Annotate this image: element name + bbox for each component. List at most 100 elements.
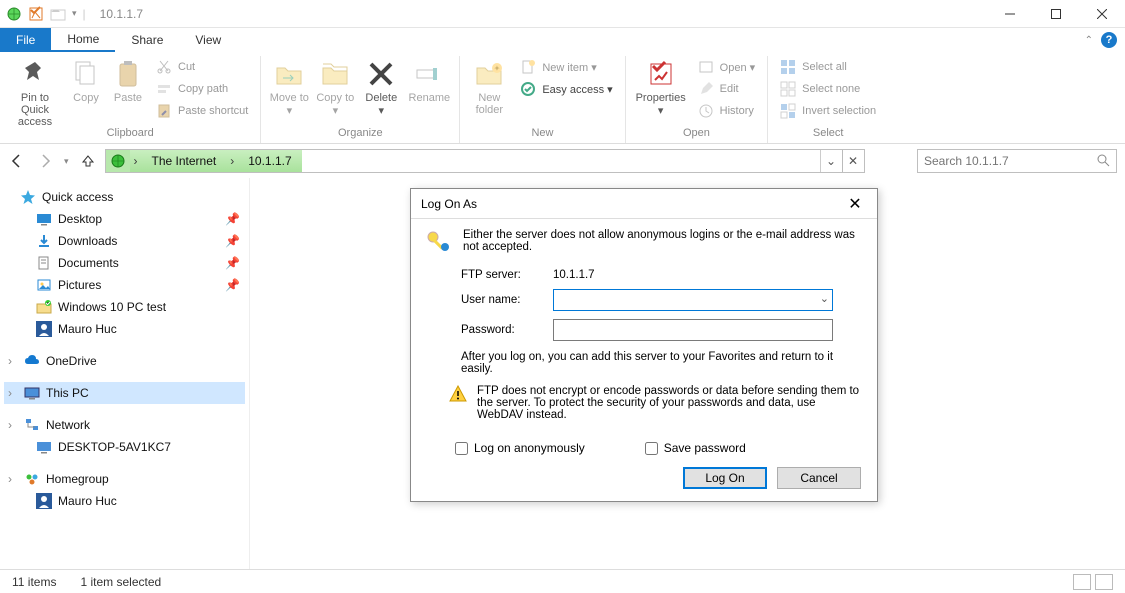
qat-dropdown-icon[interactable]: ▾	[72, 8, 77, 19]
paste-shortcut-button[interactable]: Paste shortcut	[150, 100, 254, 122]
status-selected-count: 1 item selected	[80, 575, 161, 589]
open-button[interactable]: Open ▾	[692, 56, 762, 78]
close-button[interactable]	[1079, 0, 1125, 28]
forward-button[interactable]	[36, 152, 54, 170]
desktop-icon	[36, 211, 52, 227]
cancel-button[interactable]: Cancel	[777, 467, 861, 489]
username-input[interactable]	[553, 289, 833, 311]
tab-share[interactable]: Share	[115, 28, 179, 52]
tree-network[interactable]: ›Network	[4, 414, 245, 436]
network-icon	[24, 417, 40, 433]
address-dropdown-button[interactable]: ⌄	[820, 150, 842, 172]
save-password-checkbox[interactable]: Save password	[645, 441, 746, 455]
paste-icon	[112, 58, 144, 90]
tab-view[interactable]: View	[179, 28, 237, 52]
new-item-icon	[520, 59, 536, 75]
select-none-button[interactable]: Select none	[774, 78, 882, 100]
search-icon	[1096, 153, 1110, 170]
tree-this-pc[interactable]: ›This PC	[4, 382, 245, 404]
select-all-icon	[780, 59, 796, 75]
user-icon	[36, 321, 52, 337]
copy-path-icon	[156, 81, 172, 97]
edit-button[interactable]: Edit	[692, 78, 762, 100]
open-icon	[698, 59, 714, 75]
move-to-label: Move to ▾	[267, 92, 311, 117]
breadcrumb-root[interactable]: The Internet	[142, 150, 227, 172]
ribbon-tabs: File Home Share View ⌃ ?	[0, 28, 1125, 52]
tree-quick-access[interactable]: Quick access	[4, 186, 245, 208]
move-to-button[interactable]: Move to ▾	[267, 56, 311, 124]
documents-icon	[36, 255, 52, 271]
password-input[interactable]	[553, 319, 833, 341]
address-bar[interactable]: › The Internet › 10.1.1.7 ⌄ ✕	[105, 149, 865, 173]
delete-label: Delete▾	[365, 92, 397, 117]
tree-onedrive[interactable]: ›OneDrive	[4, 350, 245, 372]
anon-checkbox[interactable]: Log on anonymously	[455, 441, 585, 455]
properties-qat-icon[interactable]	[28, 6, 44, 22]
select-all-button[interactable]: Select all	[774, 56, 882, 78]
tree-documents[interactable]: Documents📌	[4, 252, 245, 274]
logon-button[interactable]: Log On	[683, 467, 767, 489]
cut-icon	[156, 59, 172, 75]
copy-button[interactable]: Copy	[66, 56, 106, 124]
up-button[interactable]	[79, 152, 97, 170]
delete-button[interactable]: Delete▾	[359, 56, 403, 124]
collapse-ribbon-icon[interactable]: ⌃	[1085, 35, 1093, 46]
tree-desktop-pc[interactable]: DESKTOP-5AV1KC7	[4, 436, 245, 458]
dialog-after-text: After you log on, you can add this serve…	[461, 351, 861, 375]
caret-icon: ›	[8, 472, 18, 486]
tree-w10test[interactable]: Windows 10 PC test	[4, 296, 245, 318]
search-input[interactable]	[924, 154, 1096, 168]
pin-icon: 📌	[225, 234, 237, 248]
pin-icon: 📌	[225, 278, 237, 292]
properties-button[interactable]: Properties▾	[632, 56, 690, 124]
history-button[interactable]: History	[692, 100, 762, 122]
chevron-down-icon[interactable]: ⌄	[820, 292, 829, 305]
dialog-titlebar: Log On As ✕	[411, 189, 877, 219]
address-refresh-button[interactable]: ✕	[842, 150, 864, 172]
ftp-server-value: 10.1.1.7	[553, 269, 595, 281]
copy-path-button[interactable]: Copy path	[150, 78, 254, 100]
search-box[interactable]	[917, 149, 1117, 173]
title-bar: ▾ | 10.1.1.7	[0, 0, 1125, 28]
tab-file[interactable]: File	[0, 28, 51, 52]
username-label: User name:	[461, 294, 541, 306]
delete-icon	[365, 58, 397, 90]
copy-to-label: Copy to ▾	[313, 92, 357, 117]
new-item-button[interactable]: New item ▾	[514, 56, 618, 78]
tree-mauro-1[interactable]: Mauro Huc	[4, 318, 245, 340]
breadcrumb-chevron-icon[interactable]: ›	[226, 154, 238, 168]
maximize-button[interactable]	[1033, 0, 1079, 28]
tree-mauro-2[interactable]: Mauro Huc	[4, 490, 245, 512]
tab-home[interactable]: Home	[51, 28, 115, 52]
svg-text:✦: ✦	[494, 64, 501, 73]
breadcrumb-chevron-icon[interactable]: ›	[130, 154, 142, 168]
copy-to-button[interactable]: Copy to ▾	[313, 56, 357, 124]
new-folder-button[interactable]: ✦ New folder	[466, 56, 512, 124]
minimize-button[interactable]	[987, 0, 1033, 28]
paste-button[interactable]: Paste	[108, 56, 148, 124]
help-icon[interactable]: ?	[1101, 32, 1117, 48]
view-large-icons-icon[interactable]	[1095, 574, 1113, 590]
view-details-icon[interactable]	[1073, 574, 1091, 590]
tree-pictures[interactable]: Pictures📌	[4, 274, 245, 296]
tree-desktop[interactable]: Desktop📌	[4, 208, 245, 230]
cut-button[interactable]: Cut	[150, 56, 254, 78]
easy-access-button[interactable]: Easy access ▾	[514, 78, 618, 100]
breadcrumb-current[interactable]: 10.1.1.7	[238, 150, 301, 172]
properties-label: Properties▾	[636, 92, 686, 117]
homegroup-icon	[24, 471, 40, 487]
window-controls	[987, 0, 1125, 28]
tree-downloads[interactable]: Downloads📌	[4, 230, 245, 252]
back-button[interactable]	[8, 152, 26, 170]
explorer-app-icon	[6, 6, 22, 22]
rename-button[interactable]: Rename	[405, 56, 453, 124]
new-folder-qat-icon[interactable]	[50, 6, 66, 22]
dialog-close-button[interactable]: ✕	[843, 194, 867, 214]
tree-homegroup[interactable]: ›Homegroup	[4, 468, 245, 490]
recent-dropdown-icon[interactable]: ▾	[64, 156, 69, 167]
pin-quick-access-button[interactable]: Pin to Quick access	[6, 56, 64, 124]
caret-icon: ›	[8, 354, 18, 368]
invert-selection-button[interactable]: Invert selection	[774, 100, 882, 122]
view-mode-icons	[1073, 574, 1113, 590]
